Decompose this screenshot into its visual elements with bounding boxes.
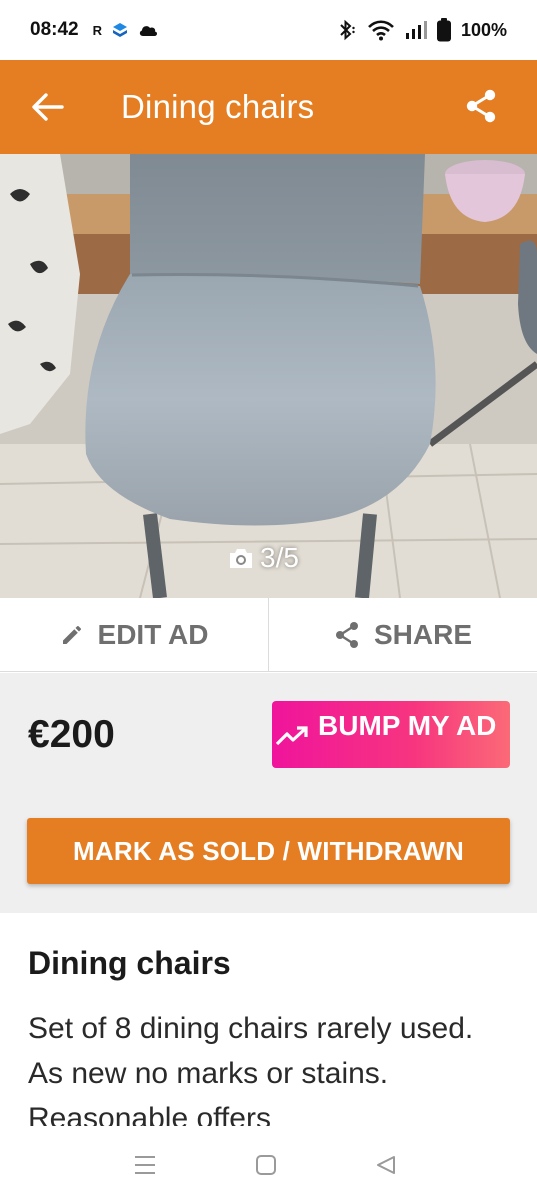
- recents-icon: [135, 1156, 155, 1174]
- share-button[interactable]: SHARE: [269, 598, 537, 671]
- back-nav-button[interactable]: [369, 1148, 403, 1182]
- app-bar: Dining chairs: [0, 60, 537, 154]
- cloud-icon: [139, 26, 158, 36]
- edit-ad-button[interactable]: EDIT AD: [0, 598, 268, 671]
- share-icon: [466, 89, 496, 123]
- description-section: Dining chairs Set of 8 dining chairs rar…: [0, 913, 537, 1126]
- bluetooth-icon: [340, 19, 355, 41]
- listing-photo[interactable]: 3/5: [0, 154, 537, 598]
- battery-percent: 100%: [460, 19, 507, 40]
- back-arrow-icon: [32, 93, 64, 121]
- trending-up-icon: [275, 726, 308, 746]
- page-title: Dining chairs: [121, 88, 315, 125]
- back-triangle-icon: [377, 1156, 395, 1174]
- share-label: SHARE: [373, 618, 472, 650]
- wifi-icon: [368, 20, 394, 41]
- listing-price: €200: [28, 713, 115, 756]
- back-button[interactable]: [0, 60, 96, 154]
- camera-icon: [230, 549, 252, 568]
- photo-counter: 3/5: [228, 542, 299, 574]
- chair-photo: [0, 154, 537, 598]
- edit-ad-label: EDIT AD: [97, 618, 209, 650]
- app-notification-icon: [113, 23, 127, 37]
- bump-ad-button[interactable]: BUMP MY AD: [272, 701, 510, 768]
- r-indicator: R: [92, 22, 102, 38]
- signal-icon: [405, 21, 427, 39]
- action-row: EDIT AD SHARE: [0, 598, 537, 672]
- mark-as-sold-button[interactable]: MARK AS SOLD / WITHDRAWN: [27, 818, 510, 884]
- battery-icon: [436, 18, 451, 42]
- home-icon: [256, 1155, 276, 1175]
- listing-title: Dining chairs: [28, 945, 231, 981]
- listing-description: Set of 8 dining chairs rarely used. As n…: [28, 1012, 474, 1126]
- photo-counter-text: 3/5: [260, 542, 299, 573]
- status-time: 08:42: [30, 19, 79, 40]
- status-bar: 08:42 R 100%: [0, 0, 537, 60]
- pencil-icon: [62, 625, 81, 644]
- share-icon: [335, 621, 358, 648]
- share-top-button[interactable]: [459, 82, 503, 130]
- system-nav-bar: [0, 1126, 537, 1200]
- recents-button[interactable]: [128, 1148, 162, 1182]
- status-indicators: R: [93, 22, 158, 38]
- bump-ad-label: BUMP MY AD: [318, 710, 497, 741]
- price-panel: €200 BUMP MY AD MARK AS SOLD / WITHDRAWN: [0, 673, 537, 913]
- home-button[interactable]: [249, 1148, 283, 1182]
